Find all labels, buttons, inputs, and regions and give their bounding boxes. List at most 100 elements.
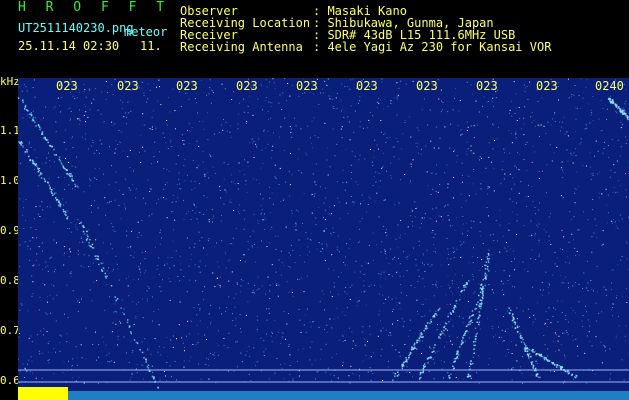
noise-speck [216, 242, 217, 244]
noise-speck [581, 320, 583, 322]
noise-speck [216, 277, 218, 279]
trail-speck [110, 285, 113, 287]
noise-speck [39, 205, 41, 207]
trail-speck [37, 124, 40, 126]
trail-speck [55, 197, 57, 199]
noise-speck [534, 207, 536, 209]
noise-speck [196, 314, 198, 316]
noise-speck [437, 324, 438, 326]
noise-speck [432, 358, 434, 360]
noise-speck [467, 301, 469, 302]
noise-speck [531, 121, 533, 123]
noise-speck [183, 360, 185, 362]
noise-speck [246, 192, 248, 193]
trail-speck [403, 361, 405, 364]
noise-speck [531, 112, 533, 113]
noise-speck [520, 181, 522, 183]
noise-speck [502, 160, 504, 162]
noise-speck [447, 313, 449, 315]
noise-speck [231, 243, 233, 245]
noise-speck [248, 373, 250, 375]
noise-speck [265, 97, 267, 98]
noise-speck [451, 280, 453, 282]
noise-speck [488, 142, 490, 144]
noise-speck [152, 365, 153, 367]
spectrogram-canvas [18, 78, 629, 400]
noise-speck [235, 227, 237, 229]
noise-speck [192, 159, 194, 161]
noise-speck [376, 192, 378, 194]
noise-speck [132, 184, 134, 186]
noise-speck [315, 184, 317, 186]
noise-speck [450, 340, 451, 342]
noise-speck [349, 286, 351, 288]
trail-speck [541, 355, 544, 358]
noise-speck [504, 330, 506, 332]
noise-speck [612, 192, 614, 193]
noise-speck [288, 380, 290, 382]
trail-speck [465, 325, 468, 328]
trail-speck [36, 165, 38, 167]
noise-speck [188, 210, 190, 212]
noise-speck [406, 258, 408, 260]
noise-speck [440, 216, 442, 218]
noise-speck [366, 127, 368, 129]
noise-speck [492, 123, 494, 125]
noise-speck [511, 211, 513, 213]
noise-speck [130, 246, 131, 248]
noise-speck [159, 86, 160, 88]
trail-speck [74, 185, 77, 188]
noise-speck [47, 351, 49, 353]
noise-speck [307, 238, 309, 240]
trail-speck [419, 336, 421, 339]
noise-speck [619, 214, 621, 216]
noise-speck [120, 322, 121, 324]
noise-speck [336, 307, 338, 309]
noise-speck [279, 136, 281, 138]
noise-speck [212, 272, 214, 274]
noise-speck [53, 239, 55, 241]
noise-speck [176, 379, 178, 381]
noise-speck [311, 341, 313, 343]
noise-speck [75, 166, 77, 168]
noise-speck [380, 120, 382, 121]
noise-speck [129, 150, 131, 151]
noise-speck [412, 80, 414, 82]
noise-speck [48, 358, 50, 360]
noise-speck [184, 158, 186, 160]
noise-speck [595, 225, 597, 226]
noise-speck [359, 277, 361, 279]
noise-speck [206, 339, 207, 341]
noise-speck [288, 344, 290, 345]
noise-speck [532, 145, 534, 147]
noise-speck [295, 222, 297, 224]
noise-speck [207, 240, 209, 242]
noise-speck [310, 142, 312, 144]
noise-speck [575, 118, 577, 120]
noise-speck [255, 365, 256, 367]
noise-speck [346, 243, 347, 245]
noise-speck [437, 79, 439, 81]
noise-speck [511, 100, 513, 102]
trail-speck [520, 335, 522, 337]
noise-speck [141, 81, 143, 83]
noise-speck [102, 173, 104, 175]
noise-speck [121, 299, 123, 301]
noise-speck [344, 264, 346, 266]
noise-speck [499, 209, 501, 211]
noise-speck [328, 268, 330, 270]
noise-speck [128, 188, 130, 190]
noise-speck [164, 184, 166, 186]
noise-speck [348, 247, 350, 249]
noise-speck [99, 139, 101, 141]
noise-speck [297, 211, 299, 213]
noise-speck [421, 316, 423, 318]
noise-speck [601, 193, 603, 195]
noise-speck [377, 335, 379, 337]
noise-speck [141, 341, 143, 343]
noise-speck [217, 345, 219, 347]
noise-speck [602, 243, 604, 245]
trail-speck [22, 146, 24, 148]
noise-speck [219, 190, 221, 191]
trail-speck [422, 372, 424, 374]
